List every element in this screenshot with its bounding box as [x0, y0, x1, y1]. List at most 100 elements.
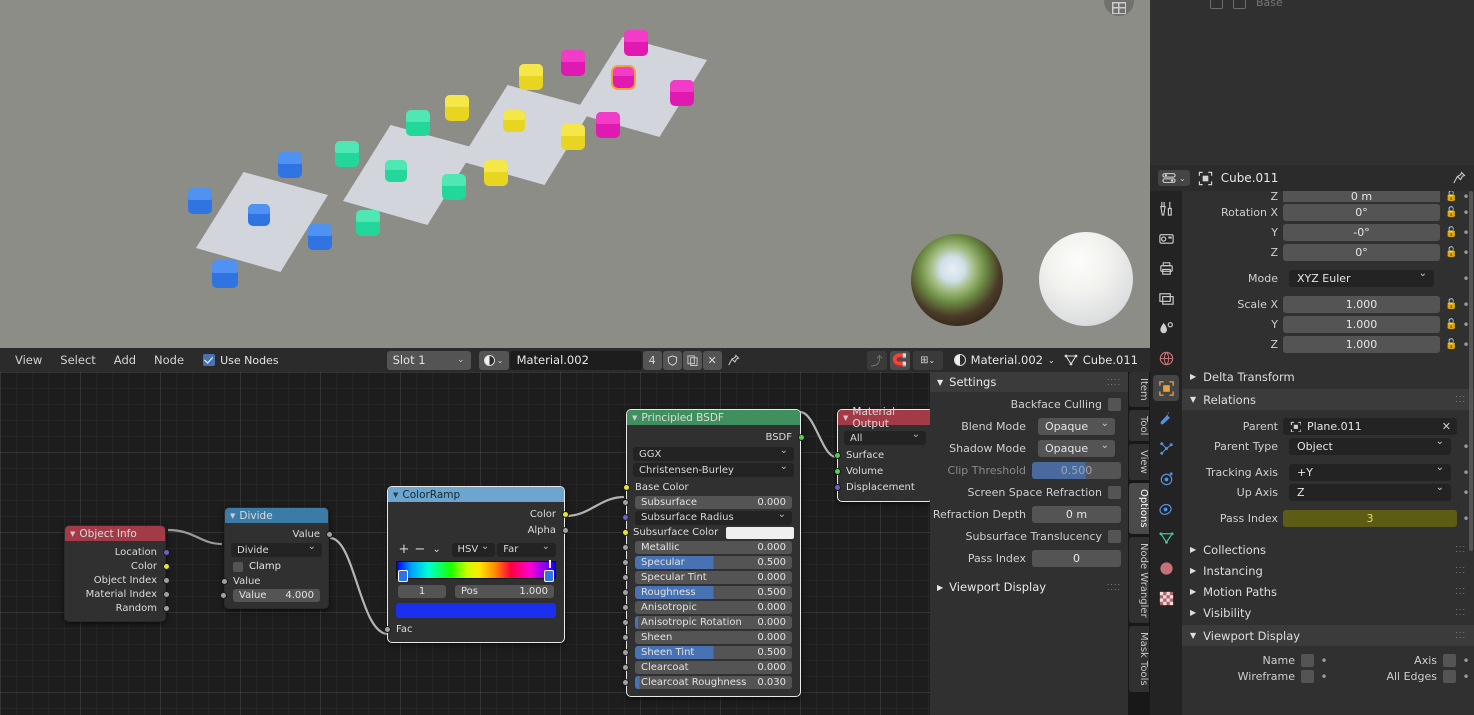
divide-input-value-linked[interactable]: Value: [220, 574, 328, 588]
cube-blue-corner-3[interactable]: [308, 224, 332, 250]
cube-green-corner-4[interactable]: [356, 210, 380, 236]
cube-yellow-center[interactable]: [503, 110, 525, 132]
anisotropic-slider[interactable]: Anisotropic 0.000: [635, 601, 792, 614]
cube-green-corner-3[interactable]: [442, 174, 466, 200]
row-tracking-axis[interactable]: Tracking Axis +Y •: [1182, 462, 1474, 482]
cube-magenta-corner-2[interactable]: [624, 30, 648, 56]
bsdf-input-sheen-tint[interactable]: Sheen Tint 0.500: [621, 645, 800, 660]
specular-tint-slider[interactable]: Specular Tint 0.000: [635, 571, 792, 584]
blend-mode-dropdown[interactable]: Opaque: [1038, 417, 1115, 435]
up-axis-dropdown[interactable]: Z: [1289, 482, 1451, 501]
axis-checkbox[interactable]: [1443, 654, 1456, 667]
sidebar-tab-item[interactable]: Item: [1129, 372, 1149, 407]
socket-base-color[interactable]: [622, 483, 630, 491]
material-slot-select[interactable]: Slot 1 ⌄: [386, 350, 471, 370]
new-material-button[interactable]: [682, 350, 702, 370]
row-backface-culling[interactable]: Backface Culling: [930, 394, 1128, 414]
tracking-axis-dropdown[interactable]: +Y: [1289, 462, 1451, 481]
section-viewport-display[interactable]: ▼ Viewport Display ⁚⁚⁚: [1182, 625, 1474, 646]
socket-object-index[interactable]: [162, 576, 170, 584]
node-object-info[interactable]: ▼ Object Info Location Color Object Inde…: [64, 525, 170, 622]
subsurface-color-swatch[interactable]: [726, 526, 794, 539]
cube-blue-corner-1[interactable]: [188, 188, 212, 214]
lock-icon[interactable]: 🔓: [1445, 191, 1457, 202]
colorramp-stop-left[interactable]: [398, 570, 408, 582]
cube-blue-corner-2[interactable]: [278, 152, 302, 178]
anisotropic-rotation-slider[interactable]: Anisotropic Rotation 0.000: [635, 616, 792, 629]
lock-icon[interactable]: 🔓: [1445, 207, 1457, 218]
row-subsurface-translucency[interactable]: Subsurface Translucency: [930, 526, 1128, 546]
socket-material-index[interactable]: [162, 590, 170, 598]
colorramp-gradient-widget[interactable]: [396, 560, 556, 582]
cube-yellow-corner-4[interactable]: [484, 160, 508, 186]
wireframe-checkbox[interactable]: [1301, 670, 1314, 683]
refraction-depth-value[interactable]: 0 m: [1032, 505, 1121, 523]
snap-target-dropdown[interactable]: ⊞ ⌄: [912, 350, 943, 370]
clearcoat-roughness-slider[interactable]: Clearcoat Roughness 0.030: [635, 676, 792, 689]
lock-icon[interactable]: 🔓: [1445, 227, 1457, 238]
colorramp-index-field[interactable]: 1: [398, 585, 446, 598]
node-principled-bsdf-header[interactable]: ▼ Principled BSDF: [627, 410, 800, 425]
collapse-triangle-icon[interactable]: ▼: [632, 414, 637, 422]
bsdf-input-anisotropic-rotation[interactable]: Anisotropic Rotation 0.000: [621, 615, 800, 630]
editor-type-button[interactable]: ⌄: [1158, 170, 1190, 186]
output-random[interactable]: Random: [65, 601, 170, 615]
bsdf-input-metallic[interactable]: Metallic 0.000: [621, 540, 800, 555]
animate-dot-icon[interactable]: •: [1462, 655, 1470, 667]
sheen-slider[interactable]: Sheen 0.000: [635, 631, 792, 644]
scale-z-value[interactable]: 1.000: [1283, 336, 1440, 353]
section-visibility[interactable]: ▶ Visibility ⁚⁚⁚: [1182, 602, 1474, 623]
socket-anisotropic[interactable]: [621, 604, 629, 611]
bsdf-input-sheen[interactable]: Sheen 0.000: [621, 630, 800, 645]
bsdf-input-clearcoat[interactable]: Clearcoat 0.000: [621, 660, 800, 675]
section-motion-paths[interactable]: ▶ Motion Paths ⁚⁚⁚: [1182, 581, 1474, 602]
properties-scrollbar[interactable]: [1469, 191, 1473, 551]
viewport-display-panel-header[interactable]: ▶ Viewport Display ⁚⁚⁚⁚: [930, 577, 1128, 597]
cell-axis[interactable]: Axis •: [1328, 654, 1470, 667]
scale-x-value[interactable]: 1.000: [1283, 296, 1440, 313]
output-location[interactable]: Location: [65, 545, 170, 559]
tab-particles[interactable]: [1153, 435, 1179, 461]
bsdf-input-base-color[interactable]: Base Color: [622, 479, 800, 495]
section-collections[interactable]: ▶ Collections ⁚⁚⁚: [1182, 539, 1474, 560]
node-divide[interactable]: ▼ Divide Value Divide Clamp Value: [219, 507, 333, 609]
socket-subsurface-radius[interactable]: [621, 514, 629, 521]
row-shadow-mode[interactable]: Shadow Mode Opaque: [930, 438, 1128, 458]
tab-world[interactable]: [1153, 345, 1179, 371]
output-object-index[interactable]: Object Index: [65, 573, 170, 587]
material-output-target-dropdown[interactable]: All: [844, 429, 926, 445]
tab-texture[interactable]: [1153, 585, 1179, 611]
node-object-info-header[interactable]: ▼ Object Info: [65, 526, 165, 541]
row-pass-index[interactable]: Pass Index 0: [930, 548, 1128, 568]
node-canvas[interactable]: ▼ Object Info Location Color Object Inde…: [0, 372, 930, 715]
cube-yellow-corner-3[interactable]: [561, 124, 585, 150]
socket-sheen-tint[interactable]: [621, 649, 629, 656]
cube-yellow-corner-2[interactable]: [519, 64, 543, 90]
expand-triangle-icon[interactable]: ▶: [1190, 587, 1196, 596]
cell-all-edges[interactable]: All Edges •: [1328, 670, 1470, 683]
tab-material[interactable]: [1153, 555, 1179, 581]
relations-pass-index-value[interactable]: 3: [1283, 510, 1457, 527]
socket-bsdf-out[interactable]: [797, 433, 805, 441]
bsdf-input-subsurface-color[interactable]: Subsurface Color: [621, 525, 800, 540]
bsdf-input-specular-tint[interactable]: Specular Tint 0.000: [621, 570, 800, 585]
menu-view[interactable]: View: [6, 350, 51, 370]
row-relations-pass-index[interactable]: Pass Index 3 •: [1182, 509, 1474, 528]
menu-select[interactable]: Select: [51, 350, 104, 370]
metallic-slider[interactable]: Metallic 0.000: [635, 541, 792, 554]
cube-magenta-corner-4[interactable]: [596, 112, 620, 138]
expand-triangle-icon[interactable]: ▶: [937, 583, 943, 592]
clearcoat-slider[interactable]: Clearcoat 0.000: [635, 661, 792, 674]
rotation-mode-dropdown[interactable]: XYZ Euler: [1289, 268, 1434, 287]
go-to-parent-button[interactable]: ⤴: [866, 350, 887, 370]
colorramp-stop-right[interactable]: [544, 570, 554, 582]
cell-wireframe[interactable]: Wireframe •: [1186, 670, 1328, 683]
socket-value-in-1[interactable]: [220, 577, 228, 585]
pass-index-value[interactable]: 0: [1032, 549, 1121, 567]
row-scale-x[interactable]: Scale X 1.000 🔓 •: [1182, 295, 1474, 314]
row-rotation-z[interactable]: Z 0° 🔓 •: [1182, 243, 1474, 262]
collapse-triangle-icon[interactable]: ▼: [70, 530, 75, 538]
cube-green-center[interactable]: [385, 160, 407, 182]
socket-alpha-out[interactable]: [561, 526, 569, 534]
divide-input-value-field[interactable]: Value 4.000: [219, 588, 328, 602]
